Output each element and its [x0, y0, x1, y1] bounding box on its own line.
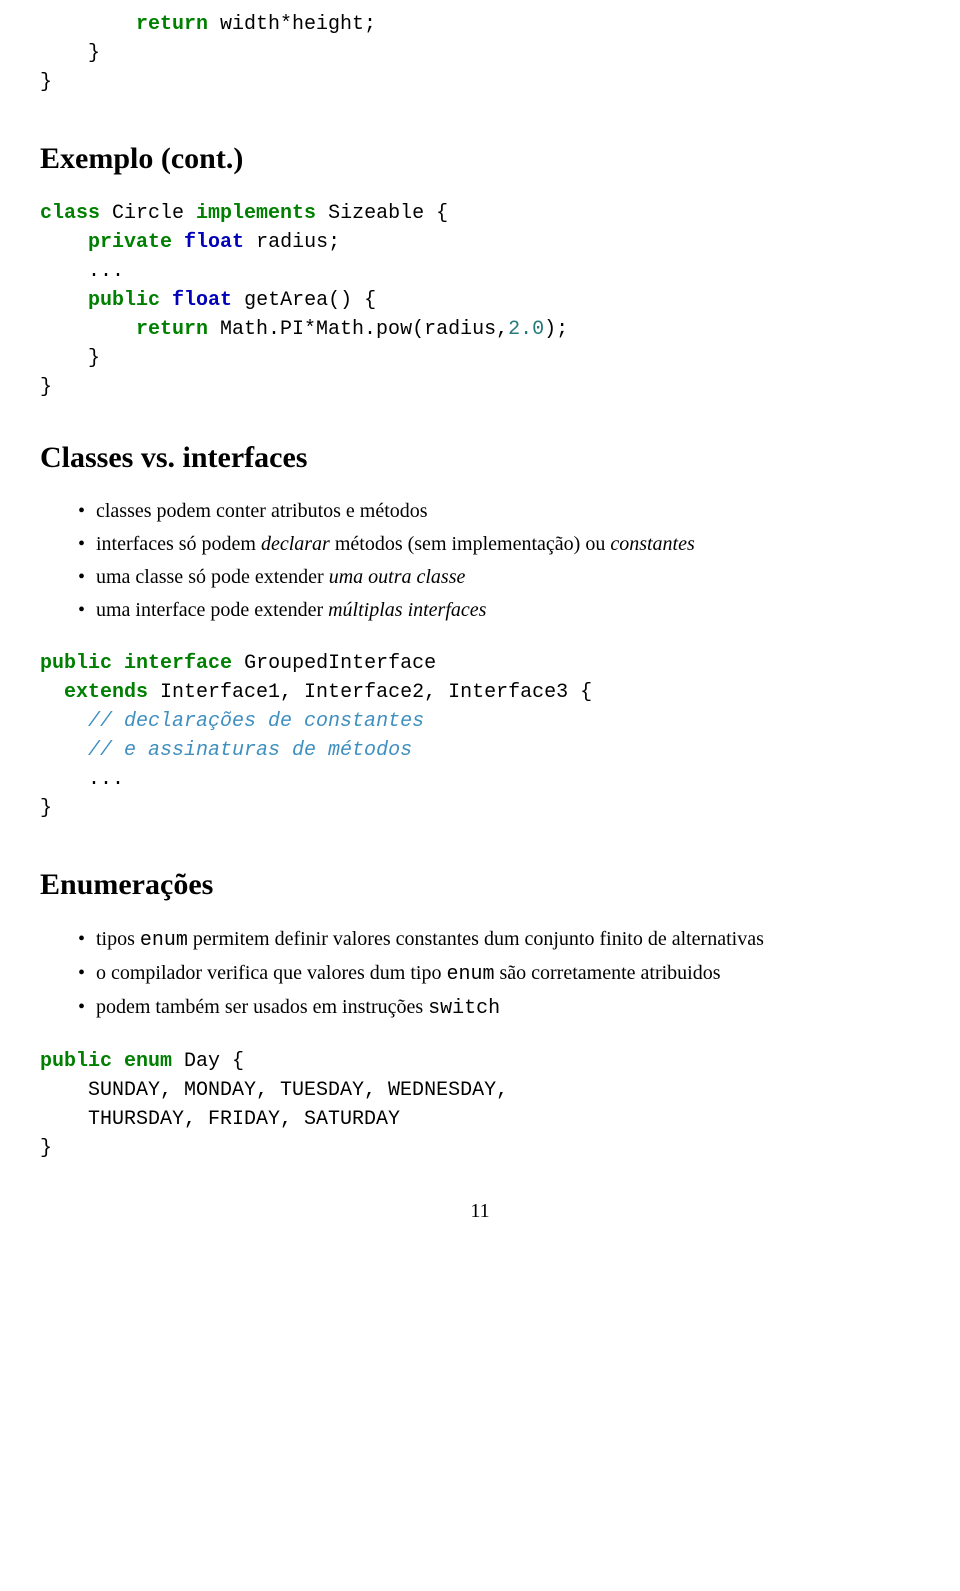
- italic: uma outra classe: [329, 566, 466, 588]
- kw-implements: implements: [196, 202, 316, 225]
- code-block-grouped-interface: public interface GroupedInterface extend…: [40, 649, 920, 823]
- list-enum: tipos enum permitem definir valores cons…: [40, 925, 920, 1023]
- code-line: public interface GroupedInterface: [40, 652, 436, 675]
- kw-extends: extends: [64, 681, 148, 704]
- code-line: public enum Day {: [40, 1050, 244, 1073]
- tt: switch: [428, 997, 500, 1020]
- comment: // e assinaturas de métodos: [88, 739, 412, 762]
- code-line: SUNDAY, MONDAY, TUESDAY, WEDNESDAY,: [40, 1079, 508, 1102]
- code-text: [172, 231, 184, 254]
- code-text: );: [544, 318, 568, 341]
- list-item: uma classe só pode extender uma outra cl…: [78, 563, 920, 592]
- code-line: return width*height;: [40, 13, 376, 36]
- list-classes-vs-interfaces: classes podem conter atributos e métodos…: [40, 497, 920, 625]
- italic: declarar: [261, 533, 330, 555]
- list-text: métodos (sem implementação) ou: [330, 533, 610, 555]
- code-block-circle: class Circle implements Sizeable { priva…: [40, 199, 920, 402]
- code-line: // declarações de constantes: [40, 710, 424, 733]
- heading-enumeracoes: Enumerações: [40, 863, 920, 907]
- code-text: Interface1, Interface2, Interface3 {: [148, 681, 592, 704]
- comment: // declarações de constantes: [88, 710, 424, 733]
- code-text: getArea() {: [232, 289, 376, 312]
- kw-class: class: [40, 202, 100, 225]
- code-line: }: [40, 347, 100, 370]
- code-block-enum-day: public enum Day { SUNDAY, MONDAY, TUESDA…: [40, 1047, 920, 1163]
- code-line: THURSDAY, FRIDAY, SATURDAY: [40, 1108, 400, 1131]
- code-text: radius;: [244, 231, 340, 254]
- code-line: public float getArea() {: [40, 289, 376, 312]
- code-line: }: [40, 71, 52, 94]
- list-item: podem também ser usados em instruções sw…: [78, 993, 920, 1023]
- code-text: Sizeable {: [316, 202, 448, 225]
- kw-return: return: [136, 13, 208, 36]
- kw-float: float: [172, 289, 232, 312]
- tt: enum: [446, 963, 494, 986]
- code-line: }: [40, 42, 100, 65]
- kw-private: private: [88, 231, 172, 254]
- list-text: uma interface pode extender: [96, 599, 328, 621]
- italic: constantes: [610, 533, 694, 555]
- code-line: private float radius;: [40, 231, 340, 254]
- code-line: class Circle implements Sizeable {: [40, 202, 448, 225]
- list-text: podem também ser usados em instruções: [96, 996, 428, 1018]
- code-text: [160, 289, 172, 312]
- code-line: // e assinaturas de métodos: [40, 739, 412, 762]
- list-text: classes podem conter atributos e métodos: [96, 500, 428, 522]
- code-text: width*height;: [208, 13, 376, 36]
- list-item: classes podem conter atributos e métodos: [78, 497, 920, 526]
- list-text: permitem definir valores constantes dum …: [188, 928, 764, 950]
- code-line: return Math.PI*Math.pow(radius,2.0);: [40, 318, 568, 341]
- number-literal: 2.0: [508, 318, 544, 341]
- ellipsis: ...: [88, 260, 124, 283]
- code-line: extends Interface1, Interface2, Interfac…: [40, 681, 592, 704]
- kw-float: float: [184, 231, 244, 254]
- list-text: interfaces só podem: [96, 533, 261, 555]
- code-text: Day {: [172, 1050, 244, 1073]
- list-item: tipos enum permitem definir valores cons…: [78, 925, 920, 955]
- code-text: [112, 1050, 124, 1073]
- code-text: [112, 652, 124, 675]
- code-line: }: [40, 1137, 52, 1160]
- list-item: interfaces só podem declarar métodos (se…: [78, 530, 920, 559]
- list-item: uma interface pode extender múltiplas in…: [78, 596, 920, 625]
- list-text: são corretamente atribuidos: [494, 962, 720, 984]
- italic: múltiplas interfaces: [328, 599, 486, 621]
- kw-public: public: [40, 652, 112, 675]
- code-text: Circle: [100, 202, 196, 225]
- tt: enum: [140, 929, 188, 952]
- code-text: Math.PI*Math.pow(radius,: [208, 318, 508, 341]
- code-line: }: [40, 376, 52, 399]
- code-block-return: return width*height; } }: [40, 10, 920, 97]
- list-text: o compilador verifica que valores dum ti…: [96, 962, 446, 984]
- heading-exemplo-cont: Exemplo (cont.): [40, 137, 920, 181]
- kw-public: public: [88, 289, 160, 312]
- code-line: ...: [40, 768, 124, 791]
- code-line: }: [40, 797, 52, 820]
- kw-return: return: [136, 318, 208, 341]
- kw-enum: enum: [124, 1050, 172, 1073]
- heading-classes-vs-interfaces: Classes vs. interfaces: [40, 436, 920, 480]
- code-line: ...: [40, 260, 124, 283]
- list-item: o compilador verifica que valores dum ti…: [78, 959, 920, 989]
- list-text: tipos: [96, 928, 140, 950]
- code-text: GroupedInterface: [232, 652, 436, 675]
- page-number: 11: [40, 1197, 920, 1226]
- list-text: uma classe só pode extender: [96, 566, 329, 588]
- kw-public: public: [40, 1050, 112, 1073]
- kw-interface: interface: [124, 652, 232, 675]
